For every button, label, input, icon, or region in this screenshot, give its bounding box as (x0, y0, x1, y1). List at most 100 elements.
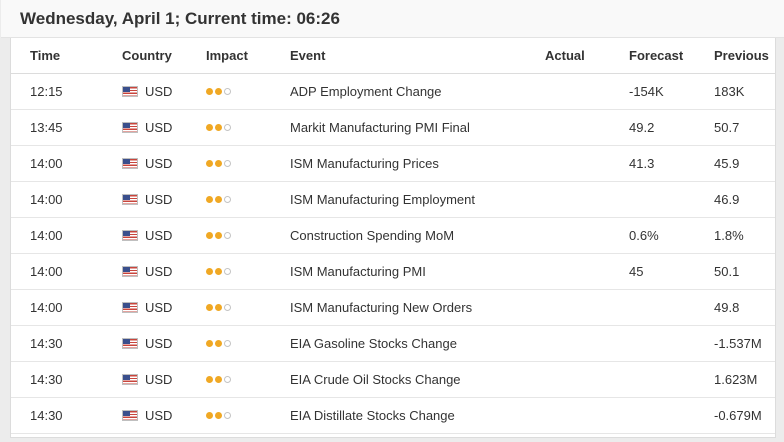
country-wrap: USD (122, 264, 206, 279)
country-wrap: USD (122, 336, 206, 351)
us-flag-icon (122, 302, 138, 313)
event-time: 14:00 (11, 217, 122, 254)
country-code: USD (145, 264, 173, 279)
event-actual (545, 109, 629, 146)
event-impact (206, 73, 290, 110)
event-actual (545, 361, 629, 398)
event-actual (545, 397, 629, 434)
event-actual (545, 181, 629, 218)
table-row[interactable]: 12:15 USD ADP Employment Change -154K 183K (11, 73, 775, 110)
country-wrap: USD (122, 120, 206, 135)
event-forecast (629, 361, 714, 398)
event-name: ISM Manufacturing New Orders (290, 289, 545, 326)
event-time: 12:15 (11, 73, 122, 110)
event-impact (206, 181, 290, 218)
event-previous: -1.537M (714, 325, 775, 362)
us-flag-icon (122, 374, 138, 385)
event-name: EIA Distillate Stocks Change (290, 397, 545, 434)
country-code: USD (145, 120, 173, 135)
event-impact (206, 217, 290, 254)
event-actual (545, 289, 629, 326)
economic-calendar-panel: Wednesday, April 1; Current time: 06:26 … (1, 0, 784, 438)
column-header-event[interactable]: Event (290, 38, 545, 74)
impact-dot-icon (206, 268, 213, 275)
impact-dot-icon (215, 412, 222, 419)
event-country: USD (122, 217, 206, 254)
event-forecast (629, 289, 714, 326)
table-row[interactable]: 14:30 USD EIA Gasoline Stocks Change -1.537… (11, 325, 775, 362)
event-time: 14:00 (11, 289, 122, 326)
event-name: Markit Manufacturing PMI Final (290, 109, 545, 146)
us-flag-icon (122, 86, 138, 97)
impact-dot-icon (206, 232, 213, 239)
event-forecast: -154K (629, 73, 714, 110)
impact-indicator (206, 340, 290, 347)
country-code: USD (145, 408, 173, 423)
column-header-previous[interactable]: Previous (714, 38, 775, 74)
impact-indicator (206, 232, 290, 239)
impact-dot-icon (224, 376, 231, 383)
event-actual (545, 73, 629, 110)
event-time: 14:30 (11, 397, 122, 434)
impact-indicator (206, 124, 290, 131)
event-time: 14:30 (11, 361, 122, 398)
event-name: EIA Gasoline Stocks Change (290, 325, 545, 362)
impact-dot-icon (215, 268, 222, 275)
column-header-time[interactable]: Time (11, 38, 122, 74)
impact-dot-icon (224, 88, 231, 95)
table-row[interactable]: 14:00 USD ISM Manufacturing PMI 45 50.1 (11, 253, 775, 290)
event-forecast (629, 181, 714, 218)
table-row[interactable]: 14:30 USD EIA Crude Oil Stocks Change 1.623… (11, 361, 775, 398)
table-body: 12:15 USD ADP Employment Change -154K 183K 13… (11, 73, 775, 434)
event-previous: -0.679M (714, 397, 775, 434)
column-header-impact[interactable]: Impact (206, 38, 290, 74)
impact-dot-icon (224, 232, 231, 239)
table-row[interactable]: 14:00 USD Construction Spending MoM 0.6% 1.8… (11, 217, 775, 254)
table-row[interactable]: 13:45 USD Markit Manufacturing PMI Final 49… (11, 109, 775, 146)
column-header-country[interactable]: Country (122, 38, 206, 74)
impact-dot-icon (215, 160, 222, 167)
event-impact (206, 289, 290, 326)
column-header-forecast[interactable]: Forecast (629, 38, 714, 74)
impact-dot-icon (215, 340, 222, 347)
country-code: USD (145, 336, 173, 351)
impact-dot-icon (215, 304, 222, 311)
table-row[interactable]: 14:00 USD ISM Manufacturing Employment 46.9 (11, 181, 775, 218)
event-time: 14:30 (11, 325, 122, 362)
impact-dot-icon (215, 376, 222, 383)
table-row[interactable]: 14:30 USD EIA Distillate Stocks Change -0.6… (11, 397, 775, 434)
event-impact (206, 325, 290, 362)
event-country: USD (122, 73, 206, 110)
event-forecast: 0.6% (629, 217, 714, 254)
country-wrap: USD (122, 228, 206, 243)
country-wrap: USD (122, 408, 206, 423)
event-actual (545, 145, 629, 182)
event-country: USD (122, 397, 206, 434)
impact-indicator (206, 304, 290, 311)
event-impact (206, 253, 290, 290)
impact-dot-icon (206, 304, 213, 311)
event-country: USD (122, 253, 206, 290)
country-wrap: USD (122, 192, 206, 207)
impact-dot-icon (224, 160, 231, 167)
event-name: Construction Spending MoM (290, 217, 545, 254)
impact-dot-icon (206, 412, 213, 419)
impact-dot-icon (206, 124, 213, 131)
country-wrap: USD (122, 372, 206, 387)
table-row[interactable]: 14:00 USD ISM Manufacturing New Orders 49.8 (11, 289, 775, 326)
event-forecast: 49.2 (629, 109, 714, 146)
event-forecast: 45 (629, 253, 714, 290)
event-name: ISM Manufacturing Prices (290, 145, 545, 182)
event-actual (545, 217, 629, 254)
table-row[interactable]: 14:00 USD ISM Manufacturing Prices 41.3 45.9 (11, 145, 775, 182)
event-previous: 45.9 (714, 145, 775, 182)
us-flag-icon (122, 122, 138, 133)
event-time: 13:45 (11, 109, 122, 146)
country-code: USD (145, 84, 173, 99)
impact-dot-icon (224, 340, 231, 347)
event-previous: 49.8 (714, 289, 775, 326)
country-wrap: USD (122, 300, 206, 315)
table-header-row: Time Country Impact Event Actual Forecas… (11, 38, 775, 74)
impact-dot-icon (224, 268, 231, 275)
column-header-actual[interactable]: Actual (545, 38, 629, 74)
